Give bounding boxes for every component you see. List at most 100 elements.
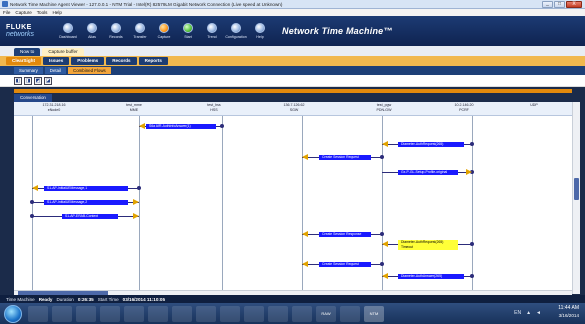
- tab-detail[interactable]: Detail: [44, 67, 67, 74]
- message-label[interactable]: S1-AP-ERAB-Context: [62, 214, 118, 219]
- taskbar-word-icon[interactable]: [148, 305, 168, 322]
- arrow-left-icon: [382, 273, 388, 279]
- timeout-message-label[interactable]: Diameter-AuthRequest(265) Timeout: [398, 240, 458, 250]
- view-button-2[interactable]: ◨: [24, 76, 32, 85]
- maximize-button[interactable]: □: [554, 1, 565, 8]
- tab-conversation[interactable]: Conversation: [14, 94, 52, 102]
- column-header-hss[interactable]: test_hss HSS: [174, 103, 254, 113]
- tab-issues[interactable]: Issues: [42, 57, 70, 65]
- records-icon: [111, 23, 121, 33]
- message-endpoint: [137, 186, 141, 190]
- column-header-mme[interactable]: test_mme MME: [94, 103, 174, 113]
- arrow-left-icon: [302, 231, 308, 237]
- taskbar-media-icon[interactable]: [76, 305, 96, 322]
- section-divider: [14, 89, 572, 93]
- duration-label: Duration: [56, 296, 74, 302]
- vertical-scrollbar[interactable]: [572, 102, 580, 294]
- view-button-4[interactable]: ◪: [44, 76, 52, 85]
- message-label[interactable]: Diameter-AuthRequest(265): [398, 142, 464, 147]
- start-time-value: 03/16/2014 11:10:05: [122, 296, 166, 302]
- taskbar-paint-icon[interactable]: [292, 305, 312, 322]
- message-endpoint: [470, 274, 474, 278]
- vertical-scroll-thumb[interactable]: [574, 178, 579, 200]
- records-button[interactable]: Records: [106, 23, 126, 39]
- network-icon[interactable]: ▲: [526, 310, 531, 316]
- taskbar-tool-icon[interactable]: [340, 305, 360, 322]
- taskbar-chrome-icon[interactable]: [196, 305, 216, 322]
- message-label[interactable]: Gx-P-GL-Setup-Profile-original: [398, 170, 458, 175]
- message-label[interactable]: Create Session Request: [319, 262, 371, 267]
- minimize-button[interactable]: _: [542, 1, 553, 8]
- trend-button[interactable]: Trend: [202, 23, 222, 39]
- status-state: Ready: [38, 296, 53, 302]
- arrow-right-icon: [133, 213, 139, 219]
- volume-icon[interactable]: ◄: [536, 310, 541, 316]
- tab-records[interactable]: Records: [106, 57, 137, 65]
- start-button[interactable]: Start: [178, 23, 198, 39]
- view-button-1[interactable]: ◧: [14, 76, 22, 85]
- message-label[interactable]: Diameter-AuthAnswer(265): [398, 274, 464, 279]
- arrow-left-icon: [32, 185, 38, 191]
- analysis-tabs: ClearSight Issues Problems Records Repor…: [0, 56, 585, 66]
- taskbar-ie-icon[interactable]: [28, 305, 48, 322]
- tab-summary[interactable]: Summary: [14, 67, 43, 74]
- message-label[interactable]: S1-AP-InitialUEMessage,1: [44, 186, 128, 191]
- transfer-icon: [135, 23, 145, 33]
- configuration-button[interactable]: Configuration: [225, 23, 247, 39]
- message-label[interactable]: Create Session Response: [319, 232, 371, 237]
- message-label[interactable]: S1-AP-InitialUEMessage,2: [44, 200, 128, 205]
- message-label[interactable]: S6a AIR-AuthInfoAnswer(1): [146, 124, 216, 129]
- lifeline-hss: [222, 116, 223, 294]
- taskbar-skype-icon[interactable]: [172, 305, 192, 322]
- dashboard-button[interactable]: Dashboard: [58, 23, 78, 39]
- taskbar-office-icon[interactable]: [100, 305, 120, 322]
- top-tabs: Now to Capture buffer: [0, 46, 585, 56]
- alias-button[interactable]: Alias: [82, 23, 102, 39]
- taskbar-excel-icon[interactable]: [124, 305, 144, 322]
- message-endpoint: [470, 242, 474, 246]
- column-header-sgw[interactable]: 136.7.126.62 SGW: [254, 103, 334, 113]
- tab-problems[interactable]: Problems: [71, 57, 105, 65]
- column-header-pgw[interactable]: test_pgw PDN-GW: [344, 103, 424, 113]
- taskbar-ntm-icon[interactable]: NTM: [364, 305, 384, 322]
- menu-capture[interactable]: Capture: [15, 10, 31, 15]
- column-header-udp[interactable]: UDP: [494, 103, 574, 108]
- arrow-left-icon: [302, 261, 308, 267]
- arrow-left-icon: [382, 141, 388, 147]
- column-header-enode[interactable]: 172.31.218.16 eNode0: [14, 103, 94, 113]
- taskbar: RAW NTM EN ▲ ◄ 11:44 AM 3/16/2014: [0, 303, 585, 324]
- product-title: Network Time Machine™: [282, 26, 393, 36]
- system-tray: EN ▲ ◄: [514, 310, 541, 316]
- menu-tools[interactable]: Tools: [37, 10, 48, 15]
- taskbar-media2-icon[interactable]: [220, 305, 240, 322]
- taskbar-raw-icon[interactable]: RAW: [316, 305, 336, 322]
- taskbar-outlook-icon[interactable]: [268, 305, 288, 322]
- clock-date: 3/16/2014: [558, 313, 579, 318]
- menu-file[interactable]: File: [3, 10, 10, 15]
- menu-help[interactable]: Help: [52, 10, 61, 15]
- dashboard-icon: [63, 23, 73, 33]
- view-button-3[interactable]: ◩: [34, 76, 42, 85]
- tab-reports[interactable]: Reports: [138, 57, 168, 65]
- gear-icon: [231, 23, 241, 33]
- capture-button[interactable]: Capture: [154, 23, 174, 39]
- close-button[interactable]: X: [566, 1, 582, 8]
- message-endpoint: [220, 124, 224, 128]
- taskbar-acrobat-icon[interactable]: [244, 305, 264, 322]
- transfer-button[interactable]: Transfer: [130, 23, 150, 39]
- tab-now-to[interactable]: Now to: [14, 48, 41, 56]
- taskbar-folder-icon[interactable]: [52, 305, 72, 322]
- message-endpoint: [380, 232, 384, 236]
- help-button[interactable]: Help: [250, 23, 270, 39]
- message-label[interactable]: Create Session Request: [319, 155, 371, 160]
- language-indicator[interactable]: EN: [514, 310, 521, 316]
- alias-icon: [87, 23, 97, 33]
- tab-capture-buffer[interactable]: Capture buffer: [42, 48, 84, 56]
- clock[interactable]: 11:44 AM 3/16/2014: [558, 305, 579, 319]
- title-bar: Network Time Machine Agent Viewer - 127.…: [0, 0, 585, 9]
- tab-clearsight[interactable]: ClearSight: [6, 57, 41, 65]
- message-endpoint: [380, 262, 384, 266]
- start-button-icon[interactable]: [4, 304, 22, 323]
- column-header-pcrf[interactable]: 10.2.146.20 PCRF: [424, 103, 504, 113]
- tab-combined-flows[interactable]: Combined Flows: [68, 67, 111, 74]
